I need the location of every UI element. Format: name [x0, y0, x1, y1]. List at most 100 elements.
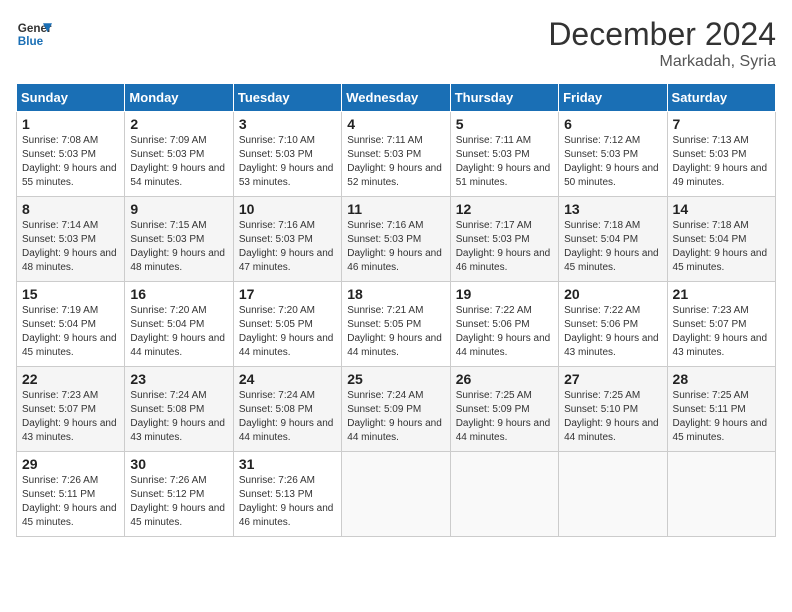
day-detail: Sunrise: 7:12 AMSunset: 5:03 PMDaylight:… [564, 134, 661, 190]
day-detail: Sunrise: 7:26 AMSunset: 5:12 PMDaylight:… [130, 474, 227, 530]
title-block: December 2024 Markadah, Syria [548, 16, 776, 71]
day-number: 13 [564, 201, 661, 217]
day-cell: 2Sunrise: 7:09 AMSunset: 5:03 PMDaylight… [125, 112, 233, 197]
day-number: 24 [239, 371, 336, 387]
day-number: 21 [673, 286, 770, 302]
day-cell: 8 Sunrise: 7:14 AMSunset: 5:03 PMDaylight… [17, 197, 125, 282]
day-cell: 16 Sunrise: 7:20 AMSunset: 5:04 PMDayligh… [125, 282, 233, 367]
calendar-table: SundayMondayTuesdayWednesdayThursdayFrid… [16, 83, 776, 537]
day-cell [667, 452, 775, 537]
day-number: 19 [456, 286, 553, 302]
day-number: 2 [130, 116, 227, 132]
day-number: 18 [347, 286, 444, 302]
day-cell: 18 Sunrise: 7:21 AMSunset: 5:05 PMDayligh… [342, 282, 450, 367]
day-detail: Sunrise: 7:24 AMSunset: 5:08 PMDaylight:… [130, 389, 227, 445]
day-detail: Sunrise: 7:16 AMSunset: 5:03 PMDaylight:… [347, 219, 444, 275]
page-header: General Blue December 2024 Markadah, Syr… [16, 16, 776, 71]
col-header-thursday: Thursday [450, 84, 558, 112]
day-number: 12 [456, 201, 553, 217]
day-detail: Sunrise: 7:18 AMSunset: 5:04 PMDaylight:… [673, 219, 770, 275]
day-number: 27 [564, 371, 661, 387]
day-cell: 11Sunrise: 7:16 AMSunset: 5:03 PMDayligh… [342, 197, 450, 282]
day-detail: Sunrise: 7:25 AMSunset: 5:09 PMDaylight:… [456, 389, 553, 445]
day-number: 4 [347, 116, 444, 132]
day-cell: 24 Sunrise: 7:24 AMSunset: 5:08 PMDayligh… [233, 367, 341, 452]
day-cell: 12 Sunrise: 7:17 AMSunset: 5:03 PMDayligh… [450, 197, 558, 282]
day-number: 16 [130, 286, 227, 302]
day-detail: Sunrise: 7:20 AMSunset: 5:04 PMDaylight:… [130, 304, 227, 360]
calendar-header-row: SundayMondayTuesdayWednesdayThursdayFrid… [17, 84, 776, 112]
day-detail: Sunrise: 7:16 AMSunset: 5:03 PMDaylight:… [239, 219, 336, 275]
day-detail: Sunrise: 7:22 AMSunset: 5:06 PMDaylight:… [564, 304, 661, 360]
day-cell: 31Sunrise: 7:26 AMSunset: 5:13 PMDayligh… [233, 452, 341, 537]
day-cell: 1Sunrise: 7:08 AMSunset: 5:03 PMDaylight… [17, 112, 125, 197]
week-row-1: 1Sunrise: 7:08 AMSunset: 5:03 PMDaylight… [17, 112, 776, 197]
week-row-4: 22Sunrise: 7:23 AMSunset: 5:07 PMDayligh… [17, 367, 776, 452]
col-header-monday: Monday [125, 84, 233, 112]
day-cell: 29Sunrise: 7:26 AMSunset: 5:11 PMDayligh… [17, 452, 125, 537]
day-detail: Sunrise: 7:25 AMSunset: 5:10 PMDaylight:… [564, 389, 661, 445]
day-number: 20 [564, 286, 661, 302]
day-number: 23 [130, 371, 227, 387]
day-number: 9 [130, 201, 227, 217]
day-detail: Sunrise: 7:21 AMSunset: 5:05 PMDaylight:… [347, 304, 444, 360]
day-number: 8 [22, 201, 119, 217]
day-cell: 27 Sunrise: 7:25 AMSunset: 5:10 PMDayligh… [559, 367, 667, 452]
day-number: 17 [239, 286, 336, 302]
day-number: 10 [239, 201, 336, 217]
logo-icon: General Blue [16, 16, 52, 52]
day-detail: Sunrise: 7:24 AMSunset: 5:08 PMDaylight:… [239, 389, 336, 445]
logo: General Blue [16, 16, 52, 52]
day-cell: 6Sunrise: 7:12 AMSunset: 5:03 PMDaylight… [559, 112, 667, 197]
day-cell: 17 Sunrise: 7:20 AMSunset: 5:05 PMDayligh… [233, 282, 341, 367]
day-cell: 20 Sunrise: 7:22 AMSunset: 5:06 PMDayligh… [559, 282, 667, 367]
day-detail: Sunrise: 7:20 AMSunset: 5:05 PMDaylight:… [239, 304, 336, 360]
day-cell: 26 Sunrise: 7:25 AMSunset: 5:09 PMDayligh… [450, 367, 558, 452]
day-detail: Sunrise: 7:23 AMSunset: 5:07 PMDaylight:… [673, 304, 770, 360]
col-header-saturday: Saturday [667, 84, 775, 112]
col-header-tuesday: Tuesday [233, 84, 341, 112]
day-cell: 4Sunrise: 7:11 AMSunset: 5:03 PMDaylight… [342, 112, 450, 197]
day-cell: 15Sunrise: 7:19 AMSunset: 5:04 PMDayligh… [17, 282, 125, 367]
day-detail: Sunrise: 7:22 AMSunset: 5:06 PMDaylight:… [456, 304, 553, 360]
day-detail: Sunrise: 7:08 AMSunset: 5:03 PMDaylight:… [22, 134, 119, 190]
day-cell: 9 Sunrise: 7:15 AMSunset: 5:03 PMDaylight… [125, 197, 233, 282]
day-cell: 10 Sunrise: 7:16 AMSunset: 5:03 PMDayligh… [233, 197, 341, 282]
day-detail: Sunrise: 7:26 AMSunset: 5:11 PMDaylight:… [22, 474, 119, 530]
calendar-body: 1Sunrise: 7:08 AMSunset: 5:03 PMDaylight… [17, 112, 776, 537]
day-number: 22 [22, 371, 119, 387]
day-detail: Sunrise: 7:24 AMSunset: 5:09 PMDaylight:… [347, 389, 444, 445]
day-number: 25 [347, 371, 444, 387]
day-detail: Sunrise: 7:26 AMSunset: 5:13 PMDaylight:… [239, 474, 336, 530]
day-cell: 21 Sunrise: 7:23 AMSunset: 5:07 PMDayligh… [667, 282, 775, 367]
day-number: 7 [673, 116, 770, 132]
day-number: 28 [673, 371, 770, 387]
day-cell: 13 Sunrise: 7:18 AMSunset: 5:04 PMDayligh… [559, 197, 667, 282]
day-detail: Sunrise: 7:18 AMSunset: 5:04 PMDaylight:… [564, 219, 661, 275]
day-cell: 22Sunrise: 7:23 AMSunset: 5:07 PMDayligh… [17, 367, 125, 452]
day-cell: 30 Sunrise: 7:26 AMSunset: 5:12 PMDayligh… [125, 452, 233, 537]
day-cell [342, 452, 450, 537]
day-cell: 3 Sunrise: 7:10 AMSunset: 5:03 PMDaylight… [233, 112, 341, 197]
day-detail: Sunrise: 7:25 AMSunset: 5:11 PMDaylight:… [673, 389, 770, 445]
day-detail: Sunrise: 7:15 AMSunset: 5:03 PMDaylight:… [130, 219, 227, 275]
day-number: 5 [456, 116, 553, 132]
day-cell: 7 Sunrise: 7:13 AMSunset: 5:03 PMDaylight… [667, 112, 775, 197]
col-header-friday: Friday [559, 84, 667, 112]
week-row-3: 15Sunrise: 7:19 AMSunset: 5:04 PMDayligh… [17, 282, 776, 367]
day-number: 3 [239, 116, 336, 132]
day-detail: Sunrise: 7:13 AMSunset: 5:03 PMDaylight:… [673, 134, 770, 190]
day-number: 30 [130, 456, 227, 472]
month-title: December 2024 [548, 16, 776, 53]
day-cell: 19 Sunrise: 7:22 AMSunset: 5:06 PMDayligh… [450, 282, 558, 367]
col-header-sunday: Sunday [17, 84, 125, 112]
day-detail: Sunrise: 7:17 AMSunset: 5:03 PMDaylight:… [456, 219, 553, 275]
day-detail: Sunrise: 7:14 AMSunset: 5:03 PMDaylight:… [22, 219, 119, 275]
svg-text:Blue: Blue [18, 35, 44, 48]
day-number: 15 [22, 286, 119, 302]
day-cell: 5 Sunrise: 7:11 AMSunset: 5:03 PMDaylight… [450, 112, 558, 197]
day-number: 26 [456, 371, 553, 387]
day-detail: Sunrise: 7:10 AMSunset: 5:03 PMDaylight:… [239, 134, 336, 190]
day-cell: 14Sunrise: 7:18 AMSunset: 5:04 PMDayligh… [667, 197, 775, 282]
day-detail: Sunrise: 7:11 AMSunset: 5:03 PMDaylight:… [456, 134, 553, 190]
